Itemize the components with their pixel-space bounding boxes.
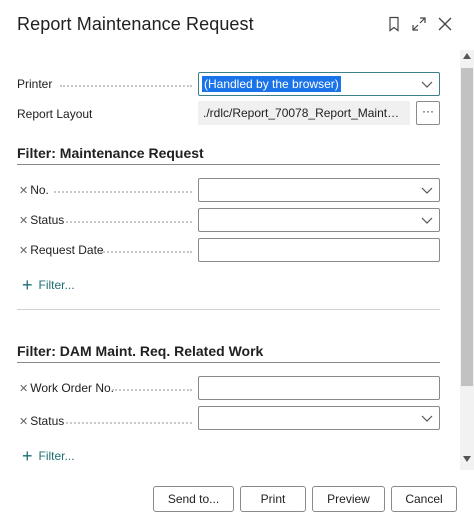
remove-filter-icon[interactable]: ✕	[19, 185, 28, 197]
leader-dots	[60, 85, 192, 87]
chevron-down-icon	[421, 81, 433, 88]
printer-label: Printer	[17, 77, 53, 91]
send-to-button[interactable]: Send to...	[153, 486, 234, 512]
filter-field-status: ✕ Status	[19, 213, 64, 227]
leader-dots	[66, 221, 192, 223]
report-request-dialog: Report Maintenance Request Printer (Hand…	[0, 0, 474, 530]
chevron-down-icon	[421, 217, 433, 224]
add-filter-link[interactable]: + Filter...	[22, 275, 75, 295]
filter-field-work-status: ✕ Status	[19, 414, 64, 428]
section-divider	[17, 164, 440, 165]
scrollbar-thumb[interactable]	[461, 68, 473, 386]
close-icon[interactable]	[435, 14, 455, 34]
report-layout-lookup-button[interactable]: ···	[416, 101, 440, 125]
scroll-up-arrow-icon[interactable]	[463, 53, 471, 59]
scroll-down-arrow-icon[interactable]	[463, 456, 471, 462]
status-filter-select[interactable]	[198, 208, 440, 232]
remove-filter-icon[interactable]: ✕	[19, 215, 28, 227]
cancel-button[interactable]: Cancel	[391, 486, 457, 512]
dialog-title: Report Maintenance Request	[17, 14, 254, 34]
report-layout-field[interactable]: ./rdlc/Report_70078_Report_Maintenan...	[198, 101, 410, 125]
expand-icon[interactable]	[409, 14, 429, 34]
remove-filter-icon[interactable]: ✕	[19, 383, 28, 395]
chevron-down-icon	[421, 187, 433, 194]
section-divider	[17, 362, 440, 363]
filter-label: Status	[30, 213, 65, 227]
filter-label: Work Order No.	[30, 381, 115, 395]
chevron-down-icon	[421, 415, 433, 422]
filter-request-title: Filter: Maintenance Request	[17, 145, 204, 161]
plus-icon: +	[22, 446, 33, 466]
filter-field-no: ✕ No.	[19, 183, 49, 197]
remove-filter-icon[interactable]: ✕	[19, 416, 28, 428]
leader-dots	[54, 191, 192, 193]
work-status-filter-select[interactable]	[198, 406, 440, 430]
filter-label: Request Date	[30, 243, 104, 257]
filter-label: Status	[30, 414, 65, 428]
filter-label: No.	[30, 183, 49, 197]
printer-select[interactable]: (Handled by the browser)	[198, 72, 440, 96]
filter-field-request-date: ✕ Request Date	[19, 243, 104, 257]
leader-dots	[66, 422, 192, 424]
plus-icon: +	[22, 275, 33, 295]
leader-dots	[112, 389, 192, 391]
request-date-input[interactable]	[198, 238, 440, 262]
bookmark-icon[interactable]	[384, 14, 404, 34]
no-filter-select[interactable]	[198, 178, 440, 202]
remove-filter-icon[interactable]: ✕	[19, 245, 28, 257]
section-separator	[17, 309, 440, 310]
add-filter-label: Filter...	[38, 278, 75, 292]
filter-field-work-order-no: ✕ Work Order No.	[19, 381, 114, 395]
print-button[interactable]: Print	[240, 486, 306, 512]
report-layout-label: Report Layout	[17, 107, 93, 121]
printer-value: (Handled by the browser)	[202, 76, 341, 92]
add-filter-label: Filter...	[38, 449, 75, 463]
filter-work-title: Filter: DAM Maint. Req. Related Work	[17, 343, 264, 359]
leader-dots	[100, 251, 192, 253]
preview-button[interactable]: Preview	[312, 486, 385, 512]
add-filter-link[interactable]: + Filter...	[22, 446, 75, 466]
work-order-no-input[interactable]	[198, 376, 440, 400]
